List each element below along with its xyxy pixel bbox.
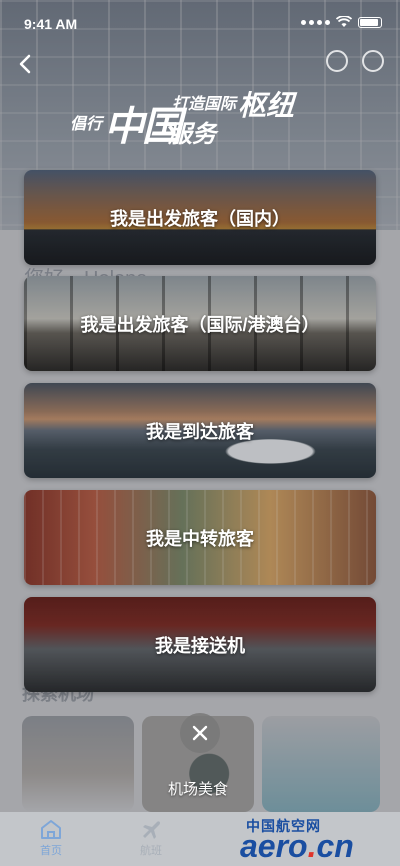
battery-icon xyxy=(358,16,382,28)
close-icon xyxy=(192,725,208,741)
aero-watermark-logo: 中国航空网 aero.cn xyxy=(234,816,394,864)
signal-icon xyxy=(301,19,330,25)
wifi-icon xyxy=(336,16,352,27)
food-tile-caption: 机场美食 xyxy=(168,781,229,798)
option-arrival[interactable]: 我是到达旅客 xyxy=(24,383,376,478)
close-button[interactable] xyxy=(180,713,220,753)
option-label: 我是出发旅客（国际/港澳台） xyxy=(80,314,320,335)
slogan-left: 倡行 xyxy=(70,114,103,133)
status-bar: 9:41 AM xyxy=(0,0,400,44)
option-label: 我是中转旅客 xyxy=(146,528,254,549)
slogan-service: 服务 xyxy=(168,119,216,148)
back-chevron-icon[interactable] xyxy=(14,52,38,76)
option-label: 我是到达旅客 xyxy=(146,421,254,442)
home-icon xyxy=(41,820,61,839)
tab-flight[interactable]: 航班 xyxy=(126,818,176,858)
tab-flight-label: 航班 xyxy=(140,845,162,857)
tab-home-label: 首页 xyxy=(40,845,62,857)
nav-right-actions xyxy=(326,50,384,72)
slogan-build-intl: 打造国际 xyxy=(172,94,237,113)
slogan-banner: 倡行 中国 服务 打造国际 枢纽 xyxy=(70,88,330,158)
slogan-hub: 枢纽 xyxy=(238,89,295,122)
option-departure-international[interactable]: 我是出发旅客（国际/港澳台） xyxy=(24,276,376,371)
more-icon[interactable] xyxy=(326,50,348,72)
tab-home[interactable]: 首页 xyxy=(26,818,76,858)
option-departure-domestic[interactable]: 我是出发旅客（国内） xyxy=(24,170,376,265)
watermark-en: aero.cn xyxy=(240,828,354,864)
option-label: 我是接送机 xyxy=(155,635,245,656)
airplane-icon xyxy=(143,821,160,839)
status-time: 9:41 AM xyxy=(24,16,78,32)
target-icon[interactable] xyxy=(362,50,384,72)
option-pickup-dropoff[interactable]: 我是接送机 xyxy=(24,597,376,692)
option-transfer[interactable]: 我是中转旅客 xyxy=(24,490,376,585)
option-label: 我是出发旅客（国内） xyxy=(110,208,290,229)
status-icons xyxy=(301,16,382,28)
